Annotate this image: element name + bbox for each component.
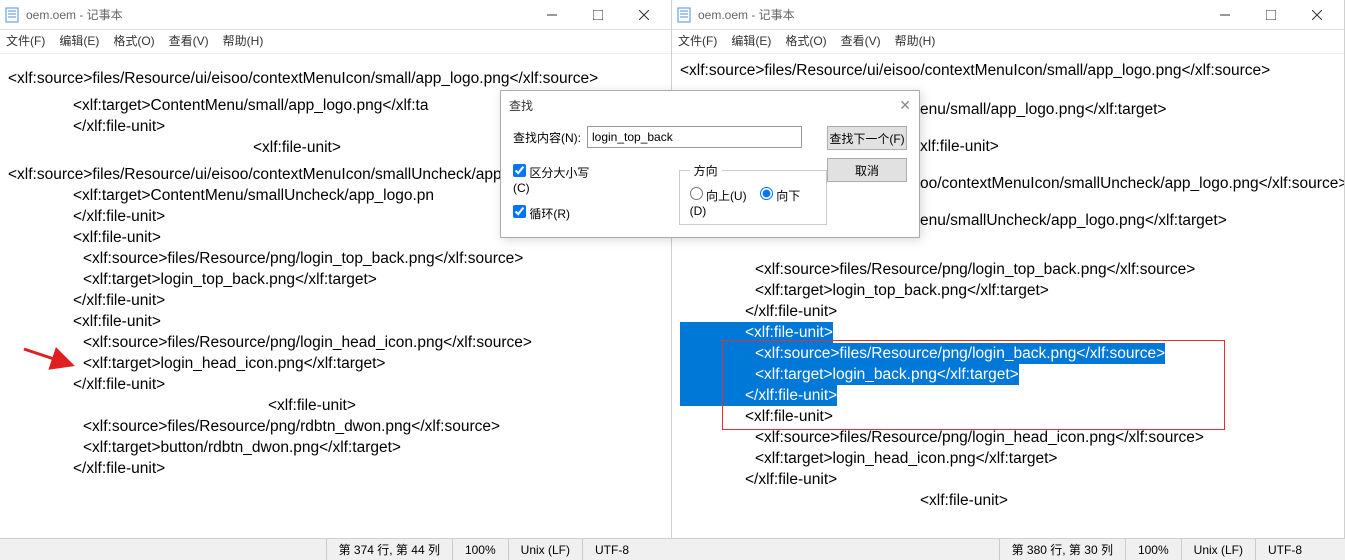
text-line: <xlf:source>files/Resource/png/login_top… (8, 248, 669, 269)
find-buttons: 查找下一个(F) 取消 (827, 126, 907, 182)
text-line: <xlf:target>login_head_icon.png</xlf:tar… (680, 448, 1342, 469)
status-zoom: 100% (452, 539, 508, 560)
text-line: </xlf:file-unit> (680, 301, 1342, 322)
menu-edit[interactable]: 编辑(E) (59, 32, 99, 49)
text-line: <xlf:source>files/Resource/png/login_top… (680, 259, 1342, 280)
window-title: oem.oem - 记事本 (26, 6, 529, 23)
find-dialog-title-text: 查找 (509, 97, 533, 114)
annotation-box (722, 340, 1225, 430)
notepad-icon (676, 7, 692, 23)
menu-view[interactable]: 查看(V) (841, 32, 881, 49)
text-line: <xlf:target>button/rdbtn_dwon.png</xlf:t… (8, 437, 669, 458)
cancel-button[interactable]: 取消 (827, 158, 907, 182)
annotation-arrow (20, 345, 80, 373)
find-dialog[interactable]: 查找 ✕ 查找内容(N): 区分大小写(C) 循环(R) 方向 向上(U) (500, 90, 920, 238)
text-line: <xlf:target>login_top_back.png</xlf:targ… (8, 269, 669, 290)
minimize-button[interactable] (529, 0, 575, 30)
match-case-checkbox[interactable]: 区分大小写(C) (513, 164, 599, 195)
menu-format[interactable]: 格式(O) (785, 32, 826, 49)
menu-help[interactable]: 帮助(H) (223, 32, 264, 49)
menubar: 文件(F) 编辑(E) 格式(O) 查看(V) 帮助(H) (0, 30, 671, 54)
window-controls (1202, 0, 1340, 30)
status-encoding: UTF-8 (582, 539, 672, 560)
menu-format[interactable]: 格式(O) (113, 32, 154, 49)
status-zoom: 100% (1125, 539, 1181, 560)
status-position: 第 374 行, 第 44 列 (326, 539, 452, 560)
text-line: <xlf:file-unit> (8, 311, 669, 332)
find-dialog-body: 查找内容(N): 区分大小写(C) 循环(R) 方向 向上(U) 向下(D) (501, 120, 919, 237)
maximize-button[interactable] (1248, 0, 1294, 30)
find-input[interactable] (587, 126, 802, 148)
menu-help[interactable]: 帮助(H) (895, 32, 936, 49)
menu-file[interactable]: 文件(F) (6, 32, 45, 49)
close-icon[interactable]: ✕ (899, 97, 911, 114)
find-dialog-title[interactable]: 查找 ✕ (501, 91, 919, 120)
menu-view[interactable]: 查看(V) (169, 32, 209, 49)
text-line: </xlf:file-unit> (8, 458, 669, 479)
wrap-checkbox[interactable]: 循环(R) (513, 205, 599, 222)
direction-legend: 方向 (690, 162, 722, 179)
statusbar-right: 第 380 行, 第 30 列 100% Unix (LF) UTF-8 (672, 538, 1345, 560)
text-line: </xlf:file-unit> (8, 374, 669, 395)
close-button[interactable] (621, 0, 667, 30)
window-title: oem.oem - 记事本 (698, 6, 1202, 23)
text-line: <xlf:source>files/Resource/png/login_hea… (8, 332, 669, 353)
menu-file[interactable]: 文件(F) (678, 32, 717, 49)
text-line: <xlf:source>files/Resource/ui/eisoo/cont… (8, 68, 669, 89)
status-encoding: UTF-8 (1255, 539, 1345, 560)
find-options: 区分大小写(C) 循环(R) (513, 164, 599, 222)
status-eol: Unix (LF) (508, 539, 582, 560)
find-next-button[interactable]: 查找下一个(F) (827, 126, 907, 150)
text-line: <xlf:source>files/Resource/png/login_hea… (680, 427, 1342, 448)
notepad-window-right: oem.oem - 记事本 文件(F) 编辑(E) 格式(O) 查看(V) 帮助… (672, 0, 1345, 560)
notepad-icon (4, 7, 20, 23)
titlebar[interactable]: oem.oem - 记事本 (0, 0, 671, 30)
text-line: <xlf:target>login_head_icon.png</xlf:tar… (8, 353, 669, 374)
text-line: <xlf:source>files/Resource/ui/eisoo/cont… (680, 60, 1342, 81)
minimize-button[interactable] (1202, 0, 1248, 30)
titlebar[interactable]: oem.oem - 记事本 (672, 0, 1344, 30)
status-position: 第 380 行, 第 30 列 (999, 539, 1125, 560)
find-content-label: 查找内容(N): (513, 129, 581, 146)
menubar: 文件(F) 编辑(E) 格式(O) 查看(V) 帮助(H) (672, 30, 1344, 54)
text-line: <xlf:source>files/Resource/png/rdbtn_dwo… (8, 416, 669, 437)
text-line: </xlf:file-unit> (680, 469, 1342, 490)
direction-group: 方向 向上(U) 向下(D) (679, 162, 827, 225)
text-line: <xlf:file-unit> (680, 490, 1342, 511)
menu-edit[interactable]: 编辑(E) (731, 32, 771, 49)
text-line: <xlf:target>login_top_back.png</xlf:targ… (680, 280, 1342, 301)
notepad-window-left: oem.oem - 记事本 文件(F) 编辑(E) 格式(O) 查看(V) 帮助… (0, 0, 672, 560)
text-line: </xlf:file-unit> (8, 290, 669, 311)
statusbar-left: 第 374 行, 第 44 列 100% Unix (LF) UTF-8 (0, 538, 672, 560)
direction-up-radio[interactable]: 向上(U) (690, 189, 747, 203)
text-line: <xlf:file-unit> (8, 395, 669, 416)
window-controls (529, 0, 667, 30)
maximize-button[interactable] (575, 0, 621, 30)
close-button[interactable] (1294, 0, 1340, 30)
status-eol: Unix (LF) (1181, 539, 1255, 560)
